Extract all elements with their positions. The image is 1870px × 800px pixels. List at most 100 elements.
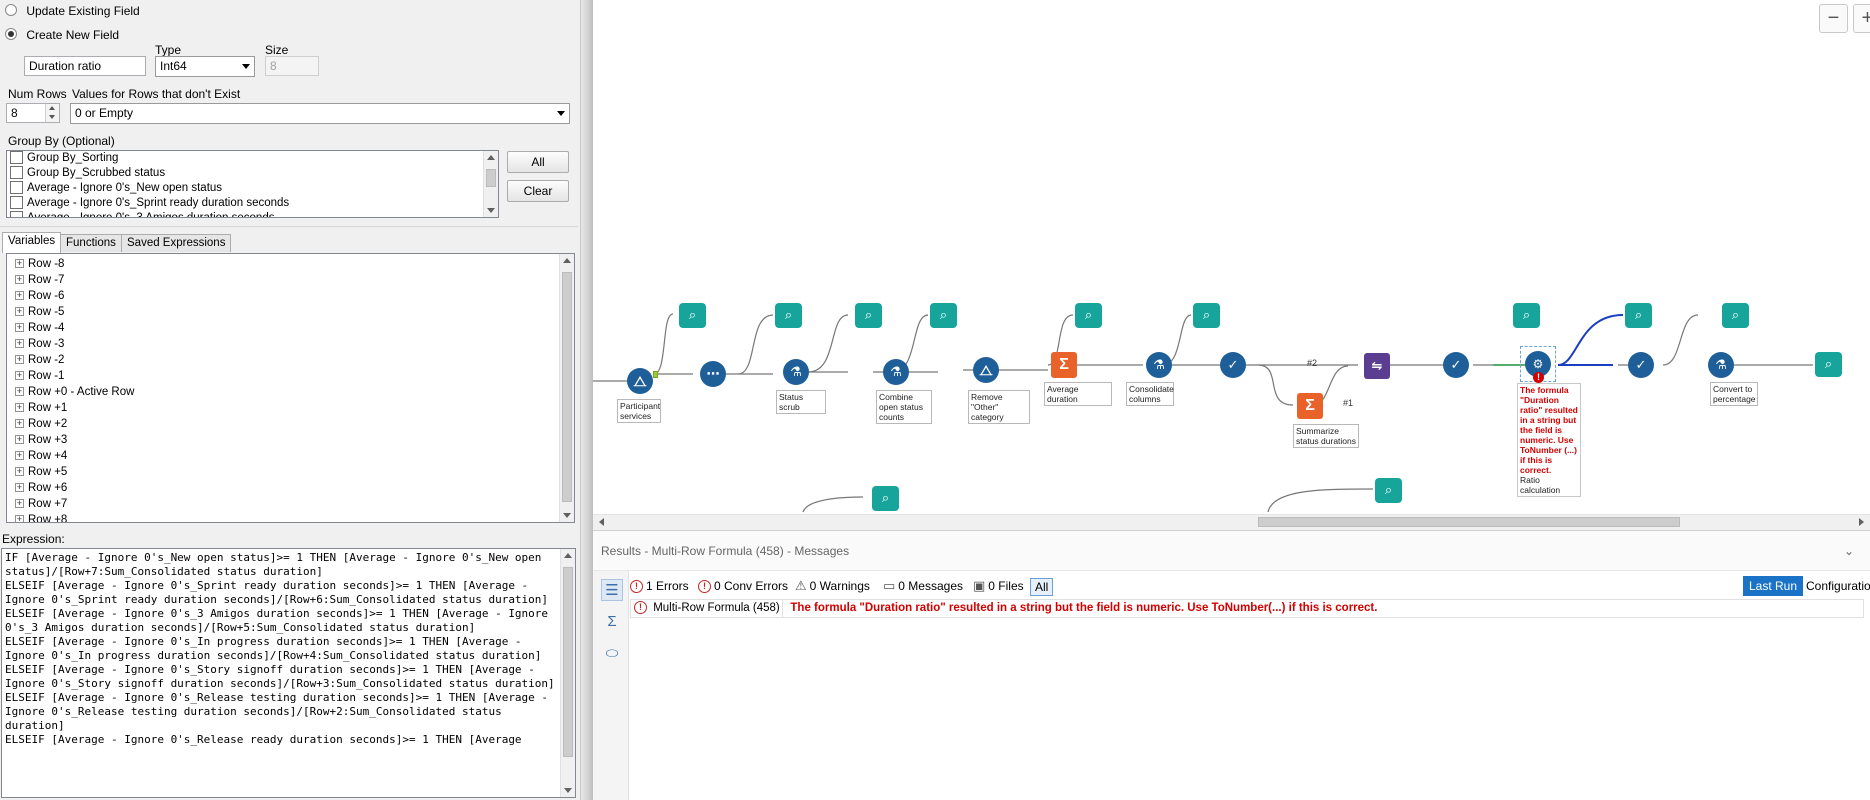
conv-errors-filter[interactable]: ! 0 Conv Errors: [698, 575, 788, 597]
variable-row[interactable]: + Row +1: [7, 400, 574, 416]
summarize-tool-icon[interactable]: Σ: [1297, 393, 1323, 419]
expand-icon[interactable]: +: [15, 355, 24, 365]
variable-row[interactable]: + Row +2: [7, 416, 574, 432]
radio-update-existing[interactable]: Update Existing Field: [5, 4, 140, 19]
tab-functions[interactable]: Functions: [60, 234, 122, 252]
variable-row[interactable]: + Row -4: [7, 320, 574, 336]
expand-icon[interactable]: +: [15, 499, 24, 509]
variable-row[interactable]: + Row -5: [7, 304, 574, 320]
expand-icon[interactable]: +: [15, 435, 24, 445]
last-run-button[interactable]: Last Run: [1743, 576, 1804, 596]
input-tool-icon[interactable]: ⧍: [627, 368, 653, 394]
browse-tool-icon[interactable]: ⌕: [1075, 303, 1102, 328]
group-by-item[interactable]: Average - Ignore 0's_Sprint ready durati…: [7, 196, 498, 211]
expand-icon[interactable]: +: [15, 259, 24, 269]
expand-icon[interactable]: +: [15, 387, 24, 397]
panel-splitter[interactable]: [580, 0, 593, 800]
messages-filter[interactable]: ▭ 0 Messages: [883, 575, 963, 597]
scroll-down-icon[interactable]: [563, 513, 571, 518]
variable-row[interactable]: + Row +5: [7, 464, 574, 480]
scroll-up-icon[interactable]: [564, 553, 572, 558]
stepper-buttons[interactable]: [45, 104, 59, 122]
browse-tool-icon[interactable]: ⌕: [1513, 303, 1540, 328]
group-by-item[interactable]: Group By_Scrubbed status: [7, 166, 498, 181]
formula-tool-icon[interactable]: ⚗: [783, 359, 809, 385]
variable-row[interactable]: + Row +4: [7, 448, 574, 464]
variable-row[interactable]: + Row +0 - Active Row: [7, 384, 574, 400]
expand-icon[interactable]: +: [15, 419, 24, 429]
tab-saved-expressions[interactable]: Saved Expressions: [121, 234, 232, 252]
scroll-thumb[interactable]: [486, 169, 496, 187]
scroll-left-icon[interactable]: [599, 518, 604, 526]
group-by-item[interactable]: Group By_Sorting: [7, 151, 498, 166]
metadata-view-icon[interactable]: Σ: [601, 611, 623, 633]
select-tool-icon[interactable]: ⋯: [700, 361, 726, 387]
expand-icon[interactable]: +: [15, 451, 24, 461]
scroll-up-icon[interactable]: [563, 258, 571, 263]
scroll-thumb[interactable]: [1258, 517, 1680, 527]
output-anchor[interactable]: [653, 371, 658, 378]
group-by-item[interactable]: Average - Ignore 0's_New open status: [7, 181, 498, 196]
configuration-button[interactable]: Configuration: [1802, 576, 1870, 596]
expand-icon[interactable]: +: [15, 291, 24, 301]
variable-row[interactable]: + Row +8: [7, 512, 574, 522]
stepper-up-icon[interactable]: [49, 106, 55, 110]
variables-tree[interactable]: + Row -8 + Row -7 + Row -6 + Row -5 + Row -4 + Row …: [6, 253, 575, 523]
browse-tool-icon[interactable]: ⌕: [1193, 303, 1220, 328]
message-row[interactable]: ! Multi-Row Formula (458) The formula "D…: [630, 599, 1864, 618]
select-tool-icon[interactable]: ✓: [1628, 352, 1654, 378]
variables-scrollbar[interactable]: [559, 254, 574, 522]
messages-view-icon[interactable]: ☰: [601, 579, 623, 601]
browse-tool-icon[interactable]: ⌕: [1722, 303, 1749, 328]
variable-row[interactable]: + Row -2: [7, 352, 574, 368]
clear-button[interactable]: Clear: [507, 180, 569, 202]
canvas-hscrollbar[interactable]: [593, 514, 1870, 528]
expand-icon[interactable]: +: [15, 339, 24, 349]
expand-icon[interactable]: +: [15, 515, 24, 522]
checkbox[interactable]: [10, 196, 23, 210]
group-by-item[interactable]: Average - Ignore 0's_3 Amigos duration s…: [7, 211, 498, 217]
filter-tool-icon[interactable]: ⧍: [973, 357, 999, 383]
num-rows-stepper[interactable]: 8: [6, 103, 60, 123]
variable-row[interactable]: + Row -7: [7, 272, 574, 288]
variable-row[interactable]: + Row -3: [7, 336, 574, 352]
group-by-scrollbar[interactable]: [483, 151, 498, 217]
tab-variables[interactable]: Variables: [2, 232, 62, 253]
group-by-list[interactable]: Group By_Sorting Group By_Scrubbed status…: [6, 150, 499, 218]
browse-tool-icon[interactable]: ⌕: [872, 486, 899, 511]
scroll-up-icon[interactable]: [487, 155, 495, 160]
browse-tool-icon[interactable]: ⌕: [679, 303, 706, 328]
expand-icon[interactable]: +: [15, 275, 24, 285]
expand-icon[interactable]: +: [15, 307, 24, 317]
expand-icon[interactable]: +: [15, 467, 24, 477]
checkbox[interactable]: [10, 151, 23, 165]
files-filter[interactable]: ▣ 0 Files: [973, 575, 1024, 597]
radio-circle-selected[interactable]: [5, 28, 17, 40]
warnings-filter[interactable]: ⚠ 0 Warnings: [795, 575, 870, 597]
values-select[interactable]: 0 or Empty: [70, 103, 570, 124]
expand-icon[interactable]: +: [15, 483, 24, 493]
variable-row[interactable]: + Row +6: [7, 480, 574, 496]
radio-create-new[interactable]: Create New Field: [5, 28, 119, 43]
checkbox[interactable]: [10, 166, 23, 180]
expression-text[interactable]: IF [Average - Ignore 0's_New open status…: [2, 549, 559, 749]
checkbox[interactable]: [10, 211, 23, 217]
scroll-right-icon[interactable]: [1859, 518, 1864, 526]
variable-row[interactable]: + Row +3: [7, 432, 574, 448]
expression-scrollbar[interactable]: [560, 549, 575, 797]
errors-filter[interactable]: ! 1 Errors: [630, 575, 689, 597]
join-tool-icon[interactable]: ⇋: [1364, 353, 1390, 379]
expand-icon[interactable]: +: [15, 323, 24, 333]
expand-icon[interactable]: +: [15, 403, 24, 413]
summarize-tool-icon[interactable]: Σ: [1051, 352, 1077, 378]
workflow-canvas[interactable]: − + ⧍ ⋯ ⚗ ⚗ ⧍ Σ ⚗ ✓ Σ ⇋ ✓ ⚙ ! ✓ ⚗ ⌕ ⌕ ⌕ …: [593, 0, 1870, 528]
chevron-down-icon[interactable]: ⌄: [1844, 531, 1854, 571]
scroll-down-icon[interactable]: [564, 788, 572, 793]
formula-tool-icon[interactable]: ⚗: [883, 359, 909, 385]
field-name-input[interactable]: Duration ratio: [24, 56, 146, 76]
variable-row[interactable]: + Row -6: [7, 288, 574, 304]
type-select[interactable]: Int64: [155, 56, 255, 77]
radio-circle[interactable]: [5, 4, 17, 16]
select-tool-icon[interactable]: ✓: [1220, 352, 1246, 378]
variable-row[interactable]: + Row -8: [7, 256, 574, 272]
